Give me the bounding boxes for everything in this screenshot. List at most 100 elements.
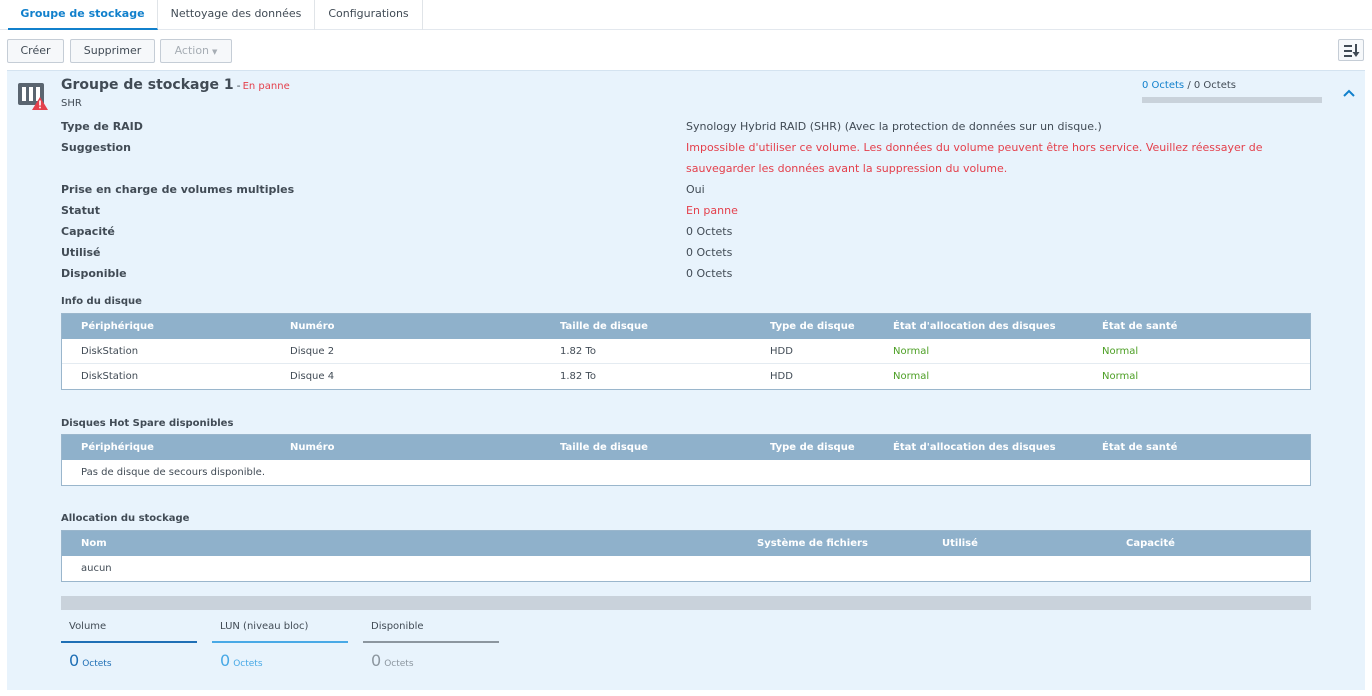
summary-volume: Volume 0 Octets xyxy=(61,611,197,674)
create-button[interactable]: Créer xyxy=(7,39,64,63)
pool-usage-total: 0 Octets xyxy=(1193,80,1236,91)
summary-value: 0 Octets xyxy=(69,651,112,670)
summary-lun: LUN (niveau bloc) 0 Octets xyxy=(212,611,348,674)
column-header[interactable]: Périphérique xyxy=(81,314,154,339)
pool-title: Groupe de stockage 1- En panne xyxy=(61,77,290,93)
summary-value: 0 Octets xyxy=(371,651,414,670)
hot-spare-table: Périphérique Numéro Taille de disque Typ… xyxy=(61,434,1311,486)
action-dropdown-button[interactable]: Action ▼ xyxy=(160,39,232,63)
prop-value-capacity: 0 Octets xyxy=(686,225,733,238)
create-button-label: Créer xyxy=(20,44,51,57)
prop-label-raid-type: Type de RAID xyxy=(61,120,143,133)
disk-info-table: Périphérique Numéro Taille de disque Typ… xyxy=(61,313,1311,390)
table-row: Pas de disque de secours disponible. xyxy=(62,460,1310,485)
column-header[interactable]: Numéro xyxy=(290,314,335,339)
column-header[interactable]: Type de disque xyxy=(770,435,855,460)
table-cell: DiskStation xyxy=(81,346,139,357)
hot-spare-title: Disques Hot Spare disponibles xyxy=(61,418,234,429)
column-header[interactable]: Nom xyxy=(81,531,107,556)
chevron-up-icon[interactable] xyxy=(1341,85,1357,101)
summary-number: 0 xyxy=(69,651,80,670)
table-cell: DiskStation xyxy=(81,371,139,382)
column-header[interactable]: Numéro xyxy=(290,435,335,460)
summary-label: Disponible xyxy=(371,621,424,632)
table-cell: 1.82 To xyxy=(560,371,596,382)
summary-label: LUN (niveau bloc) xyxy=(220,621,309,632)
pool-usage-bar xyxy=(1142,97,1322,103)
summary-unit: Octets xyxy=(82,659,112,669)
prop-label-available: Disponible xyxy=(61,267,127,280)
summary-number: 0 xyxy=(220,651,231,670)
table-cell: Normal xyxy=(893,371,930,382)
prop-value-suggestion: Impossible d'utiliser ce volume. Les don… xyxy=(686,137,1263,179)
summary-unit: Octets xyxy=(384,659,414,669)
prop-value-multi-volume: Oui xyxy=(686,183,705,196)
table-row[interactable]: DiskStation Disque 2 1.82 To HDD Normal … xyxy=(62,339,1310,364)
caret-down-icon: ▼ xyxy=(212,48,218,56)
summary-available: Disponible 0 Octets xyxy=(363,611,499,674)
suggestion-line-1: Impossible d'utiliser ce volume. Les don… xyxy=(686,141,1263,154)
table-cell: Disque 4 xyxy=(290,371,335,382)
suggestion-line-2: sauvegarder les données avant la suppres… xyxy=(686,162,1008,175)
summary-legend-line xyxy=(363,641,499,643)
column-header[interactable]: Taille de disque xyxy=(560,435,648,460)
column-header[interactable]: État d'allocation des disques xyxy=(893,314,1056,339)
tab-data-scrubbing[interactable]: Nettoyage des données xyxy=(158,0,315,30)
pool-usage-used: 0 Octets xyxy=(1142,80,1185,91)
table-cell: Normal xyxy=(893,346,930,357)
tab-storage-pool[interactable]: Groupe de stockage xyxy=(8,0,158,30)
tab-configurations[interactable]: Configurations xyxy=(315,0,423,30)
pool-name: Groupe de stockage 1 xyxy=(61,77,234,93)
prop-label-status: Statut xyxy=(61,204,100,217)
column-header[interactable]: Taille de disque xyxy=(560,314,648,339)
allocation-title: Allocation du stockage xyxy=(61,513,190,524)
table-cell: Normal xyxy=(1102,371,1139,382)
table-cell: Normal xyxy=(1102,346,1139,357)
summary-unit: Octets xyxy=(233,659,263,669)
table-cell: HDD xyxy=(770,346,793,357)
table-row[interactable]: DiskStation Disque 4 1.82 To HDD Normal … xyxy=(62,364,1310,389)
table-header: Nom Système de fichiers Utilisé Capacité xyxy=(62,531,1310,556)
pool-title-separator: - xyxy=(236,79,241,92)
storage-pool-panel[interactable]: Groupe de stockage 1- En panne SHR 0 Octe… xyxy=(7,70,1365,690)
prop-label-used: Utilisé xyxy=(61,246,101,259)
table-cell: 1.82 To xyxy=(560,346,596,357)
prop-label-capacity: Capacité xyxy=(61,225,115,238)
sort-list-icon xyxy=(1344,44,1360,57)
prop-value-available: 0 Octets xyxy=(686,267,733,280)
prop-value-raid-type: Synology Hybrid RAID (SHR) (Avec la prot… xyxy=(686,120,1102,133)
summary-label: Volume xyxy=(69,621,107,632)
tab-bar: Groupe de stockage Nettoyage des données… xyxy=(0,0,1372,30)
delete-button[interactable]: Supprimer xyxy=(70,39,155,63)
table-header: Périphérique Numéro Taille de disque Typ… xyxy=(62,314,1310,339)
summary-legend-line xyxy=(61,641,197,643)
summary-number: 0 xyxy=(371,651,382,670)
table-cell: Disque 2 xyxy=(290,346,335,357)
pool-state: En panne xyxy=(242,81,290,92)
allocation-usage-bar xyxy=(61,596,1311,610)
sort-button[interactable] xyxy=(1338,39,1364,61)
column-header[interactable]: Utilisé xyxy=(942,531,978,556)
summary-value: 0 Octets xyxy=(220,651,263,670)
column-header[interactable]: Système de fichiers xyxy=(757,531,868,556)
column-header[interactable]: État de santé xyxy=(1102,314,1177,339)
table-cell: aucun xyxy=(81,563,112,574)
disk-info-title: Info du disque xyxy=(61,296,142,307)
column-header[interactable]: Capacité xyxy=(1126,531,1175,556)
table-row[interactable]: aucun xyxy=(62,556,1310,581)
prop-value-used: 0 Octets xyxy=(686,246,733,259)
prop-value-status: En panne xyxy=(686,204,738,217)
table-cell: HDD xyxy=(770,371,793,382)
column-header[interactable]: État d'allocation des disques xyxy=(893,435,1056,460)
column-header[interactable]: Type de disque xyxy=(770,314,855,339)
summary-legend-line xyxy=(212,641,348,643)
empty-table-message: Pas de disque de secours disponible. xyxy=(81,467,265,478)
column-header[interactable]: Périphérique xyxy=(81,435,154,460)
pool-usage-text: 0 Octets / 0 Octets xyxy=(1142,80,1236,91)
table-header: Périphérique Numéro Taille de disque Typ… xyxy=(62,435,1310,460)
pool-usage-separator: / xyxy=(1187,80,1191,91)
storage-pool-warning-icon xyxy=(18,81,48,111)
allocation-table: Nom Système de fichiers Utilisé Capacité… xyxy=(61,530,1311,582)
column-header[interactable]: État de santé xyxy=(1102,435,1177,460)
prop-label-suggestion: Suggestion xyxy=(61,141,131,154)
